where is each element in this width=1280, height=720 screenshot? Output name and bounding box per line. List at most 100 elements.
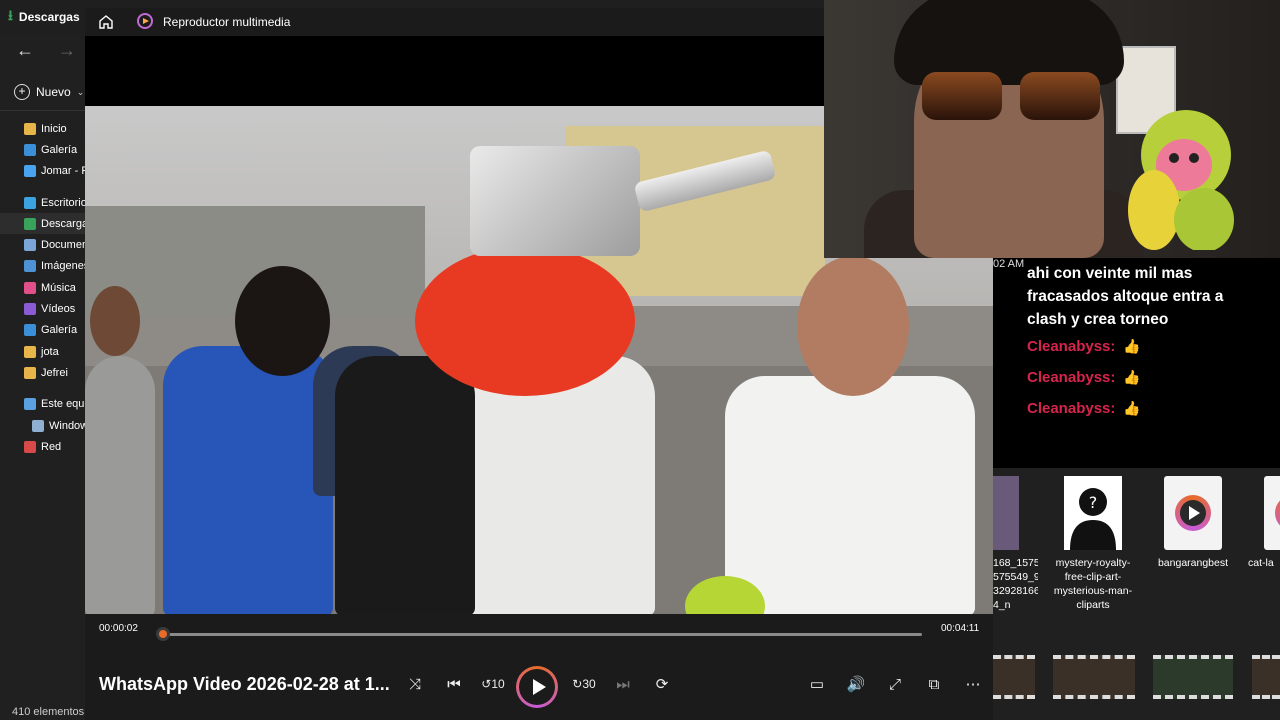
media-player-app-icon [137, 13, 153, 29]
video-thumbnail[interactable] [1252, 655, 1280, 699]
sidebar-item[interactable]: Inicio [0, 118, 90, 139]
explorer-tab[interactable]: ⭳ Descargas [8, 4, 88, 30]
play-button[interactable] [516, 666, 558, 708]
sidebar-item[interactable]: Este equi [0, 394, 90, 415]
subtitles-button[interactable]: ▭ [803, 670, 831, 698]
subtitles-icon: ▭ [809, 676, 825, 693]
video-file-thumbnail [1164, 476, 1222, 550]
seek-bar[interactable] [156, 627, 922, 641]
repeat-off-icon: ⟳ [655, 676, 669, 693]
sidebar-item-label: Jomar - P [41, 165, 89, 178]
chat-line: Cleanabyss: 👍 [1027, 338, 1141, 355]
sidebar-item[interactable]: Red [0, 436, 90, 457]
volume-button[interactable]: 🔊 [842, 670, 870, 698]
stream-chat-overlay: 02 AM ahi con veinte mil mas fracasados … [993, 258, 1280, 468]
forward-30-button[interactable]: ↻30 [570, 670, 598, 698]
gallery-icon [24, 324, 36, 337]
file-item[interactable]: cat-la [1248, 470, 1280, 570]
more-options-button[interactable]: ⋯ [959, 670, 987, 698]
file-item[interactable]: bangarangbest [1148, 470, 1238, 570]
sidebar-item[interactable]: Window [0, 415, 90, 436]
file-item[interactable]: 168_1575 575549_9 32928166 4_n [993, 470, 1038, 612]
chat-username: Cleanabyss: [1027, 369, 1116, 386]
folder-icon [24, 366, 36, 379]
chat-username: Cleanabyss: [1027, 400, 1116, 417]
file-name: mystery-royalty-free-clip-art-mysterious… [1053, 557, 1133, 611]
mini-player-icon: ⧉ [928, 675, 940, 693]
chat-timestamp: 02 AM [993, 258, 1025, 270]
webcam-sunglasses [922, 72, 1102, 122]
person-left-head [90, 286, 140, 356]
divider [0, 110, 90, 111]
sidebar-item-label: Window [49, 419, 89, 432]
lens-right [1020, 72, 1100, 120]
person-left [85, 356, 155, 614]
sidebar-item-label: Inicio [41, 122, 67, 135]
new-button[interactable]: + Nuevo ⌄ [14, 84, 84, 100]
plus-icon: + [14, 84, 30, 100]
sidebar-item-label: Escritorio [41, 196, 87, 209]
sidebar-item[interactable]: Galería [0, 139, 90, 160]
item-count-status: 410 elementos [12, 706, 85, 718]
mini-player-button[interactable]: ⧉ [920, 670, 948, 698]
playback-controls: 00:00:02 00:04:11 WhatsApp Video 2026-02… [85, 614, 993, 720]
video-thumbnail[interactable] [1153, 655, 1233, 699]
video-thumbnail[interactable] [1053, 655, 1135, 699]
sidebar-item-label: Descargas [41, 217, 90, 230]
file-name: 168_1575 575549_9 32928166 4_n [993, 557, 1038, 611]
chat-line: Cleanabyss: 👍 [1027, 369, 1141, 386]
sidebar-item[interactable]: Vídeos [0, 298, 90, 319]
pictures-icon [24, 260, 36, 273]
sidebar-item-label: Vídeos [41, 303, 76, 316]
sidebar-item[interactable]: Imágenes [0, 256, 90, 277]
forward-arrow-icon[interactable]: → [58, 40, 76, 61]
desktop-icon [24, 196, 36, 209]
video-file-thumbnail [1264, 476, 1280, 550]
sidebar-item[interactable]: Música [0, 277, 90, 298]
person-blue-head [235, 266, 330, 376]
play-button-inner [519, 669, 555, 705]
sidebar-item-label: Imágenes [41, 260, 90, 273]
media-file-icon [1175, 495, 1211, 531]
explorer-nav: ← → [0, 36, 90, 66]
videos-icon [24, 303, 36, 316]
sidebar-item[interactable]: Jomar - P [0, 161, 90, 182]
current-time: 00:00:02 [99, 623, 138, 634]
video-thumbnail[interactable] [993, 655, 1035, 699]
fullscreen-button[interactable]: ⤢ [881, 670, 909, 698]
fullscreen-icon: ⤢ [888, 675, 901, 693]
image-thumbnail [993, 476, 1019, 550]
seek-thumb[interactable] [156, 627, 171, 641]
sidebar-item-label: Este equi [41, 398, 87, 411]
new-button-label: Nuevo [36, 85, 71, 99]
webcam-overlay [824, 0, 1280, 258]
download-icon [24, 217, 36, 230]
previous-button[interactable]: ⏮ [440, 670, 468, 698]
sidebar-item[interactable]: Galería [0, 320, 90, 341]
shuffle-button[interactable]: ⤨ [401, 670, 429, 698]
sidebar-item-label: Música [41, 281, 76, 294]
repeat-button[interactable]: ⟳ [648, 670, 676, 698]
sidebar-item[interactable]: jota [0, 341, 90, 362]
sidebar-item[interactable]: Jefrei [0, 362, 90, 383]
home-icon[interactable] [97, 13, 115, 31]
drive-icon [32, 419, 44, 432]
file-item[interactable]: ? mystery-royalty-free-clip-art-mysterio… [1048, 470, 1138, 612]
explorer-tab-label: Descargas [18, 10, 80, 24]
rewind-10-button[interactable]: ↺10 [479, 670, 507, 698]
more-icon: ⋯ [965, 676, 981, 693]
thumbs-up-icon: 👍 [1123, 369, 1141, 385]
back-arrow-icon[interactable]: ← [16, 40, 34, 61]
sidebar-item[interactable]: Escritorio [0, 192, 90, 213]
sidebar-item-label: Galería [41, 143, 78, 156]
sidebar-item[interactable]: Descargas [0, 213, 90, 235]
skip-previous-icon: ⏮ [447, 675, 461, 693]
sidebar-item-label: Jefrei [41, 366, 68, 379]
volume-icon: 🔊 [846, 676, 866, 693]
chat-line: Cleanabyss: 👍 [1027, 400, 1141, 417]
sidebar-item[interactable]: Documen [0, 234, 90, 255]
next-button[interactable]: ⏭ [609, 670, 637, 698]
player-app-title: Reproductor multimedia [163, 15, 291, 29]
